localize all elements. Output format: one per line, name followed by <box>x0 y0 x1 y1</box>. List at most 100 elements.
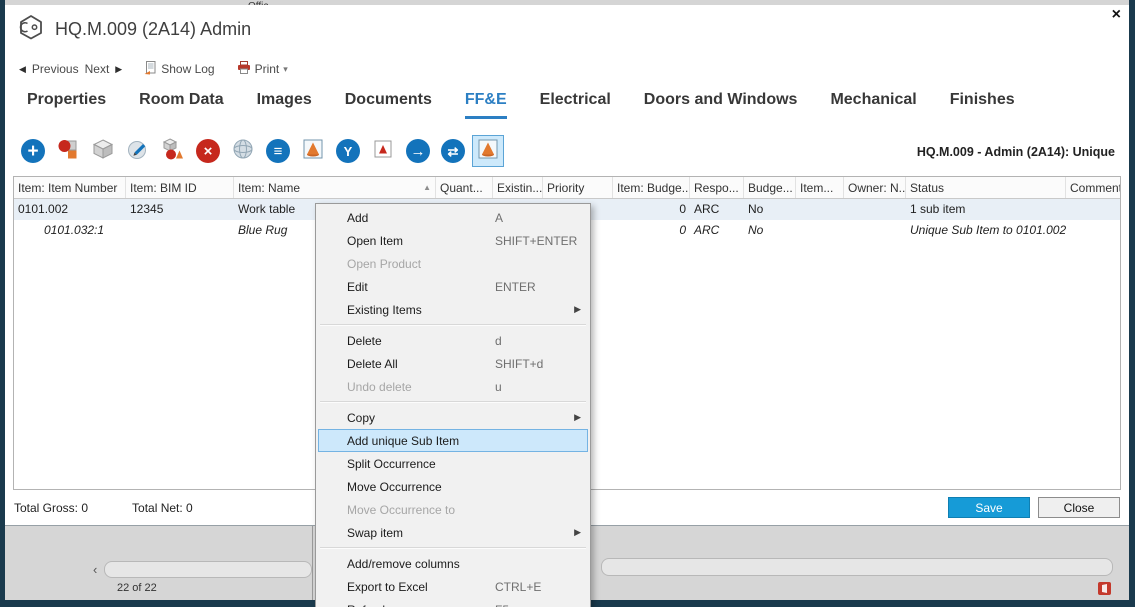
tab-properties[interactable]: Properties <box>27 91 106 119</box>
scroll-left-arrow-icon[interactable]: ‹ <box>93 562 97 577</box>
horizontal-scrollbar[interactable] <box>601 558 1113 576</box>
menu-item-refresh[interactable]: Refresh F5 <box>318 598 588 607</box>
toolbar-add-button[interactable]: + <box>17 135 49 167</box>
toolbar-item-box-button[interactable] <box>367 135 399 167</box>
column-header-responsible[interactable]: Respo... <box>690 177 744 198</box>
printer-icon <box>237 61 251 77</box>
close-button[interactable]: Close <box>1038 497 1120 518</box>
cell-owner <box>844 199 906 220</box>
column-header-label: Item: Name <box>238 181 300 195</box>
column-header-item-name[interactable]: Item: Name ▲ <box>234 177 436 198</box>
menu-item-export-to-excel[interactable]: Export to Excel CTRL+E <box>318 575 588 598</box>
save-button[interactable]: Save <box>948 497 1030 518</box>
tab-images[interactable]: Images <box>257 91 312 119</box>
menu-item-shortcut: d <box>495 334 502 348</box>
cell-comment <box>1066 220 1120 241</box>
toolbar-list-button[interactable]: ≡ <box>262 135 294 167</box>
menu-item-swap-item[interactable]: Swap item ▶ <box>318 521 588 544</box>
next-arrow-icon[interactable]: ▶ <box>115 64 122 75</box>
cell-budget: 0 <box>613 220 690 241</box>
toolbar-move-button[interactable]: → <box>402 135 434 167</box>
navigation-bar: ◀ Previous Next ▶ Show Log <box>19 60 288 78</box>
tab-finishes[interactable]: Finishes <box>950 91 1015 119</box>
tab-room-data[interactable]: Room Data <box>139 91 223 119</box>
menu-item-split-occurrence[interactable]: Split Occurrence <box>318 452 588 475</box>
submenu-arrow-icon: ▶ <box>574 527 581 538</box>
menu-item-add-unique-sub-item[interactable]: Add unique Sub Item <box>318 429 588 452</box>
tab-doors-and-windows[interactable]: Doors and Windows <box>644 91 798 119</box>
menu-item-open-item[interactable]: Open Item SHIFT+ENTER <box>318 229 588 252</box>
menu-item-delete-all[interactable]: Delete All SHIFT+d <box>318 352 588 375</box>
toolbar-split-button[interactable]: Y <box>332 135 364 167</box>
menu-item-label: Split Occurrence <box>347 457 495 471</box>
show-log-button[interactable]: Show Log <box>144 61 214 78</box>
toolbar-delete-button[interactable]: × <box>192 135 224 167</box>
menu-item-open-product: Open Product <box>318 252 588 275</box>
cell-item-number: 0101.032:1 <box>14 220 126 241</box>
column-header-priority[interactable]: Priority <box>543 177 613 198</box>
menu-item-label: Move Occurrence to <box>347 503 495 517</box>
sphere-icon <box>231 137 255 166</box>
menu-item-label: Existing Items <box>347 303 495 317</box>
copy-package-icon <box>161 137 185 166</box>
toolbar-sphere-button[interactable] <box>227 135 259 167</box>
room-context-label: HQ.M.009 - Admin (2A14): Unique <box>917 145 1115 159</box>
column-header-existing[interactable]: Existin... <box>493 177 543 198</box>
submenu-arrow-icon: ▶ <box>574 304 581 315</box>
cell-owner <box>844 220 906 241</box>
menu-item-add[interactable]: Add A <box>318 206 588 229</box>
cell-item-number: 0101.002 <box>14 199 126 220</box>
column-header-bim-id[interactable]: Item: BIM ID <box>126 177 234 198</box>
menu-item-label: Edit <box>347 280 495 294</box>
column-header-status[interactable]: Status <box>906 177 1066 198</box>
menu-item-label: Open Product <box>347 257 495 271</box>
menu-item-copy[interactable]: Copy ▶ <box>318 406 588 429</box>
cell-bim-id <box>126 220 234 241</box>
column-header-budget[interactable]: Item: Budge... <box>613 177 690 198</box>
tab-electrical[interactable]: Electrical <box>540 91 611 119</box>
toolbar-swap-button[interactable]: ⇄ <box>437 135 469 167</box>
toolbar-add-product-button[interactable] <box>52 135 84 167</box>
previous-button[interactable]: Previous <box>32 62 79 76</box>
tab-mechanical[interactable]: Mechanical <box>830 91 916 119</box>
cell-bim-id: 12345 <box>126 199 234 220</box>
total-net-label: Total Net: 0 <box>132 501 193 515</box>
total-gross-label: Total Gross: 0 <box>14 501 88 515</box>
split-y-icon: Y <box>336 139 360 163</box>
toolbar-edit-button[interactable] <box>122 135 154 167</box>
menu-item-label: Swap item <box>347 526 495 540</box>
column-header-comment[interactable]: Comment <box>1066 177 1120 198</box>
print-button[interactable]: Print ▾ <box>237 61 288 77</box>
menu-item-move-occurrence-to: Move Occurrence to <box>318 498 588 521</box>
column-header-item[interactable]: Item... <box>796 177 844 198</box>
column-header-owner[interactable]: Owner: N... <box>844 177 906 198</box>
toolbar-copy-package-button[interactable] <box>157 135 189 167</box>
toolbar-package-button[interactable] <box>87 135 119 167</box>
column-header-budget2[interactable]: Budge... <box>744 177 796 198</box>
app-logo-icon <box>18 14 44 45</box>
ffe-toolbar: + <box>17 133 504 169</box>
toolbar-occurrence-button[interactable] <box>297 135 329 167</box>
cell-budget2: No <box>744 199 796 220</box>
menu-item-edit[interactable]: Edit ENTER <box>318 275 588 298</box>
door-icon[interactable] <box>1097 581 1112 601</box>
toolbar-unique-sub-item-button[interactable] <box>472 135 504 167</box>
cell-budget: 0 <box>613 199 690 220</box>
menu-item-add-remove-columns[interactable]: Add/remove columns <box>318 552 588 575</box>
menu-item-shortcut: SHIFT+ENTER <box>495 234 577 248</box>
menu-item-move-occurrence[interactable]: Move Occurrence <box>318 475 588 498</box>
tab-documents[interactable]: Documents <box>345 91 432 119</box>
column-header-item-number[interactable]: Item: Item Number <box>14 177 126 198</box>
tab-ffe[interactable]: FF&E <box>465 91 507 119</box>
menu-item-label: Undo delete <box>347 380 495 394</box>
next-button[interactable]: Next <box>85 62 110 76</box>
chevron-down-icon: ▾ <box>283 64 288 75</box>
column-header-quantity[interactable]: Quant... <box>436 177 493 198</box>
menu-item-delete[interactable]: Delete d <box>318 329 588 352</box>
menu-item-label: Move Occurrence <box>347 480 495 494</box>
previous-arrow-icon[interactable]: ◀ <box>19 64 26 75</box>
close-icon[interactable]: × <box>1112 7 1121 23</box>
occurrence-cone-icon <box>301 137 325 166</box>
menu-item-existing-items[interactable]: Existing Items ▶ <box>318 298 588 321</box>
horizontal-scrollbar[interactable] <box>104 561 312 578</box>
